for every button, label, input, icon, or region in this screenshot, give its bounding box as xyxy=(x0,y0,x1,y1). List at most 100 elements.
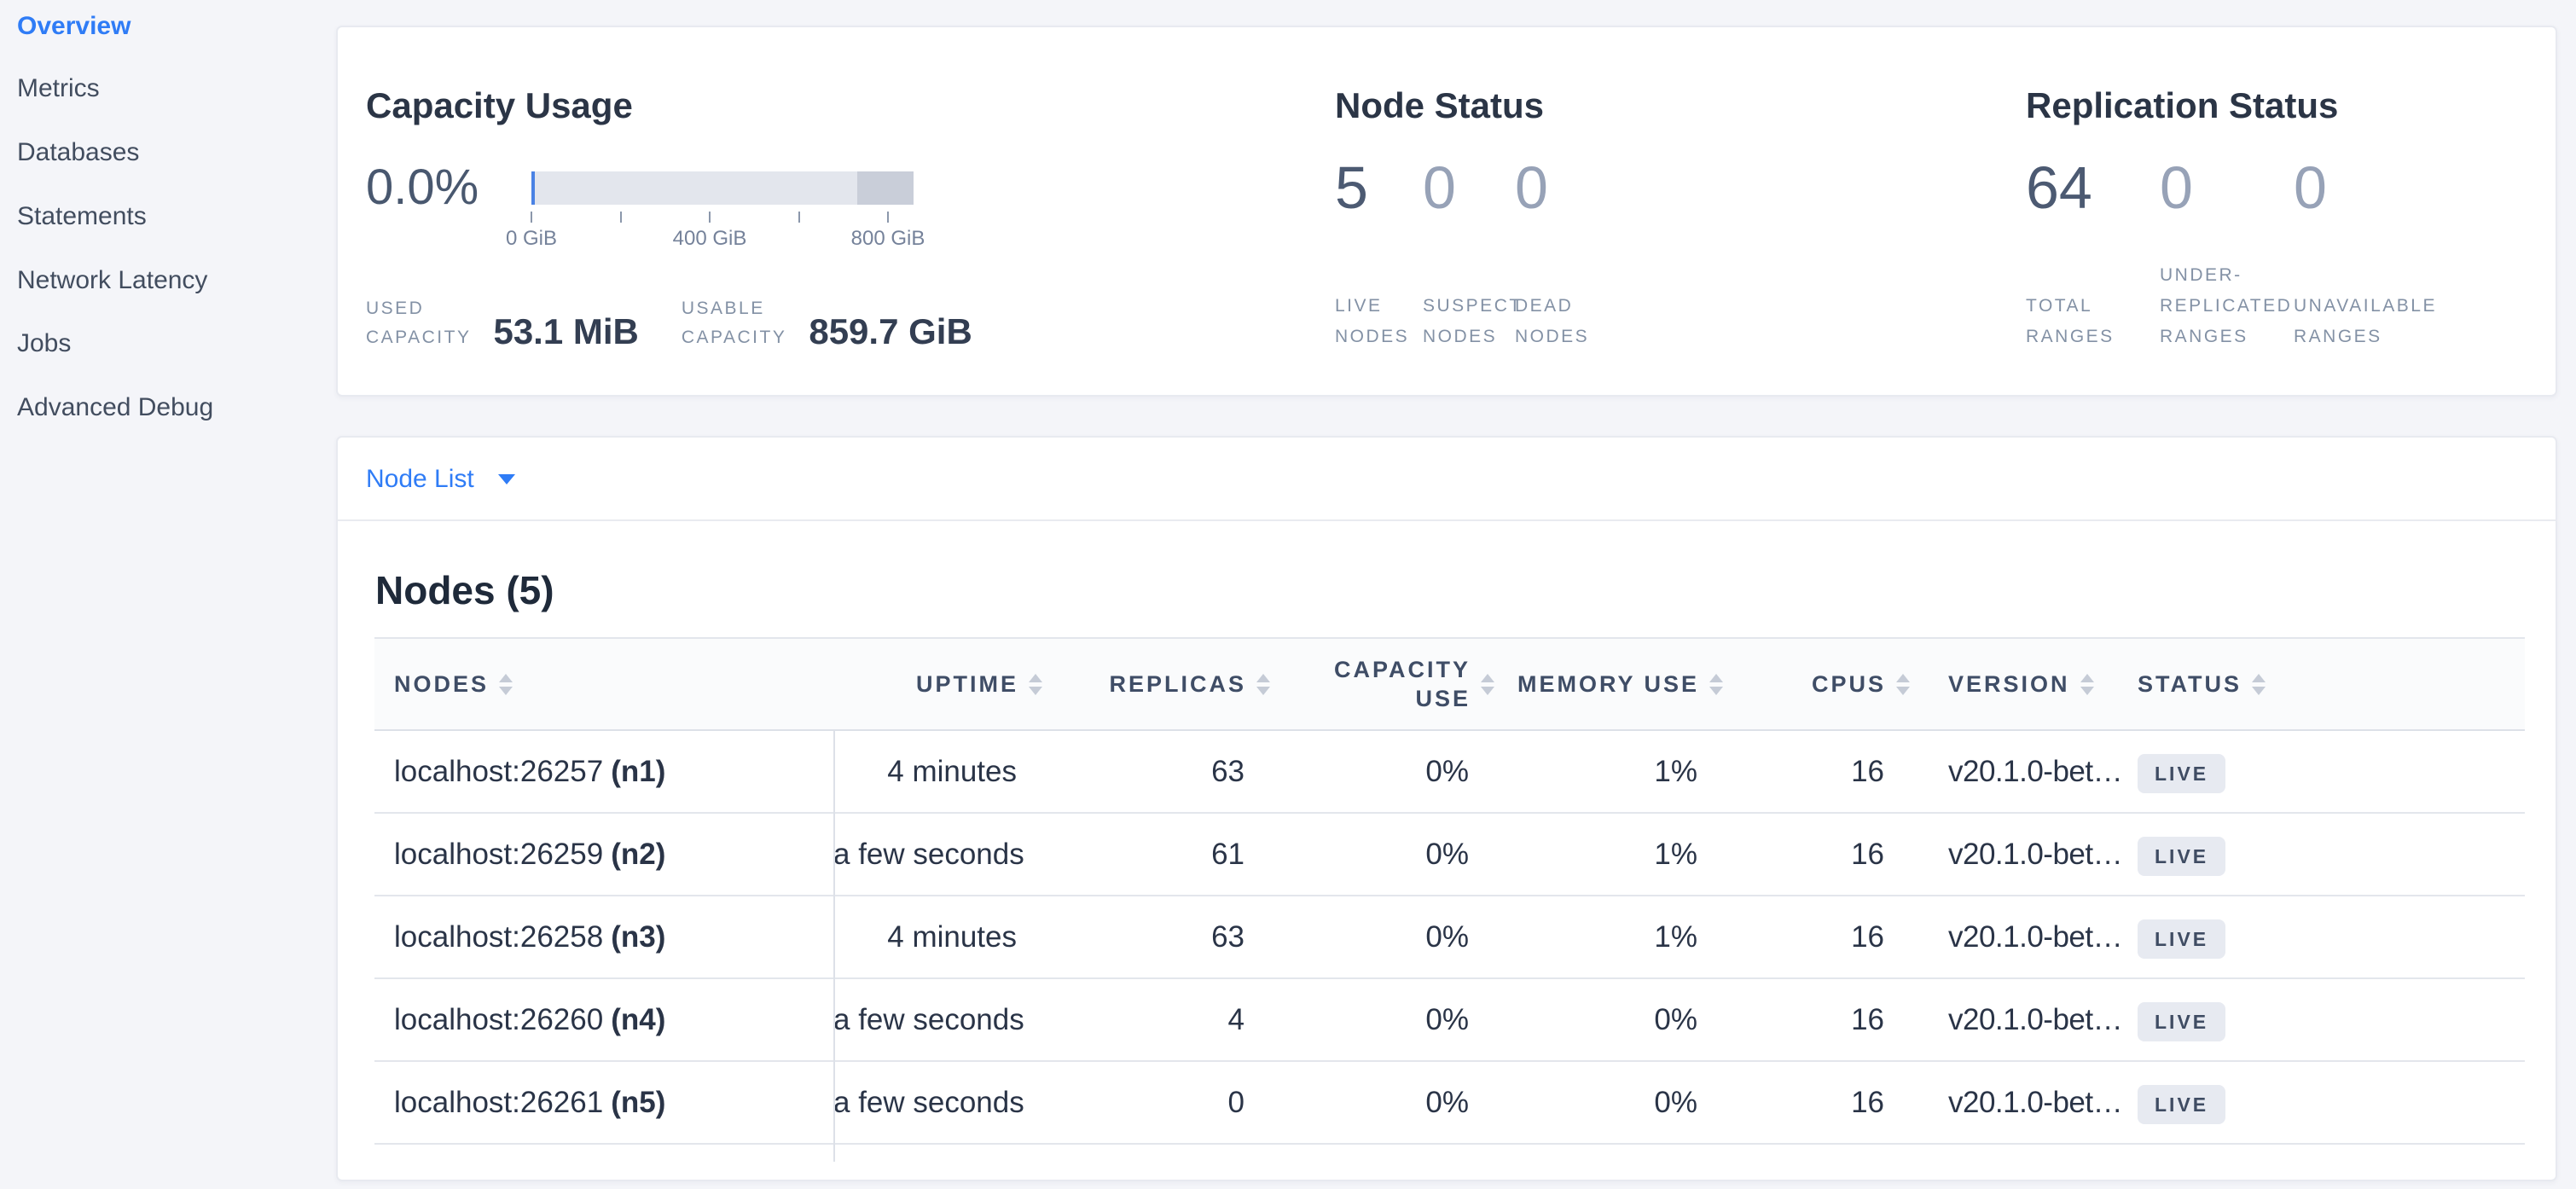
table-row-n1[interactable]: localhost:26257(n1) 4 minutes 63 0% 1% 1… xyxy=(374,731,2525,814)
column-header-memory-use[interactable]: MEMORY USE xyxy=(1486,639,1714,729)
unavailable-ranges-count: 0 xyxy=(2294,155,2327,220)
axis-tick xyxy=(798,212,800,223)
column-header-nodes[interactable]: NODES xyxy=(374,639,833,729)
status-cell: LIVE xyxy=(2119,979,2525,1060)
nodes-table-header: NODES UPTIME REPLICAS CAPACITY USE MEMOR… xyxy=(374,637,2525,731)
capacity-use-cell: 0% xyxy=(1262,896,1486,977)
sort-icon xyxy=(499,674,513,695)
status-cell: LIVE xyxy=(2119,896,2525,977)
capacity-use-cell: 0% xyxy=(1262,979,1486,1060)
usable-capacity-value: 859.7 GiB xyxy=(809,313,972,352)
node-address-cell: localhost:26258(n3) xyxy=(374,896,833,977)
capacity-bar-chart xyxy=(531,171,914,205)
version-cell: v20.1.0-bet… xyxy=(1901,896,2119,977)
sidebar-item-jobs[interactable]: Jobs xyxy=(17,325,71,362)
status-badge: LIVE xyxy=(2138,1085,2225,1124)
memory-use-cell: 0% xyxy=(1486,1062,1714,1143)
usable-capacity-label: USABLE CAPACITY xyxy=(682,294,786,352)
under-replicated-label: UNDER- REPLICATED RANGES xyxy=(2160,260,2292,352)
under-replicated-count: 0 xyxy=(2160,155,2193,220)
status-cell: LIVE xyxy=(2119,814,2525,895)
node-list-card: Node List Nodes (5) NODES UPTIME REPLICA… xyxy=(336,436,2557,1181)
capacity-use-cell: 0% xyxy=(1262,1062,1486,1143)
column-header-version[interactable]: VERSION xyxy=(1901,639,2119,729)
live-nodes-stat: 5 LIVE NODES xyxy=(1335,155,1368,352)
replicas-cell: 63 xyxy=(1034,731,1262,812)
version-cell: v20.1.0-bet… xyxy=(1901,1062,2119,1143)
sidebar-item-network-latency[interactable]: Network Latency xyxy=(17,262,207,299)
capacity-use-cell: 0% xyxy=(1262,814,1486,895)
capacity-bar-used-marker xyxy=(531,171,535,205)
memory-use-cell: 1% xyxy=(1486,731,1714,812)
status-cell: LIVE xyxy=(2119,1062,2525,1143)
sidebar-item-advanced-debug[interactable]: Advanced Debug xyxy=(17,389,213,426)
replicas-cell: 61 xyxy=(1034,814,1262,895)
memory-use-cell: 1% xyxy=(1486,814,1714,895)
chevron-down-icon xyxy=(498,474,515,484)
memory-use-cell: 1% xyxy=(1486,896,1714,977)
version-cell: v20.1.0-bet… xyxy=(1901,814,2119,895)
cluster-summary-card: Capacity Usage 0.0% 0 GiB 400 GiB 800 Gi… xyxy=(336,26,2557,397)
used-capacity-value: 53.1 MiB xyxy=(493,313,638,352)
dead-nodes-stat: 0 DEAD NODES xyxy=(1515,155,1548,352)
total-ranges-label: TOTAL RANGES xyxy=(2026,291,2115,352)
column-header-status[interactable]: STATUS xyxy=(2119,639,2525,729)
node-list-selector-row: Node List xyxy=(338,438,2556,521)
node-list-dropdown-label: Node List xyxy=(366,465,474,493)
uptime-cell: 4 minutes xyxy=(833,731,1034,812)
cpus-cell: 16 xyxy=(1714,814,1901,895)
under-replicated-stat: 0 UNDER- REPLICATED RANGES xyxy=(2160,155,2193,352)
node-address-cell: localhost:26260(n4) xyxy=(374,979,833,1060)
table-row-n5[interactable]: localhost:26261(n5) a few seconds 0 0% 0… xyxy=(374,1062,2525,1145)
status-badge: LIVE xyxy=(2138,837,2225,876)
axis-label-800: 800 GiB xyxy=(828,227,948,251)
used-capacity-label: USED CAPACITY xyxy=(366,294,471,352)
cpus-cell: 16 xyxy=(1714,979,1901,1060)
nodes-table: NODES UPTIME REPLICAS CAPACITY USE MEMOR… xyxy=(374,637,2525,1145)
capacity-stats: USED CAPACITY 53.1 MiB USABLE CAPACITY 8… xyxy=(366,294,972,352)
uptime-cell: a few seconds xyxy=(833,979,1034,1060)
sidebar: Overview Metrics Databases Statements Ne… xyxy=(0,0,336,1189)
status-cell: LIVE xyxy=(2119,731,2525,812)
dead-nodes-label: DEAD NODES xyxy=(1515,291,1589,352)
column-header-uptime[interactable]: UPTIME xyxy=(833,639,1034,729)
column-header-replicas[interactable]: REPLICAS xyxy=(1034,639,1262,729)
memory-use-cell: 0% xyxy=(1486,979,1714,1060)
replication-status-title: Replication Status xyxy=(2026,85,2338,126)
table-row-n3[interactable]: localhost:26258(n3) 4 minutes 63 0% 1% 1… xyxy=(374,896,2525,979)
node-address-cell: localhost:26259(n2) xyxy=(374,814,833,895)
sidebar-item-statements[interactable]: Statements xyxy=(17,198,147,235)
capacity-used-percent: 0.0% xyxy=(366,160,479,215)
dead-nodes-count: 0 xyxy=(1515,155,1548,220)
nodes-table-title: Nodes (5) xyxy=(375,567,554,613)
version-cell: v20.1.0-bet… xyxy=(1901,731,2119,812)
status-badge: LIVE xyxy=(2138,754,2225,793)
node-list-dropdown[interactable]: Node List xyxy=(366,438,515,521)
axis-tick xyxy=(709,212,711,223)
column-header-cpus[interactable]: CPUS xyxy=(1714,639,1901,729)
table-row-n2[interactable]: localhost:26259(n2) a few seconds 61 0% … xyxy=(374,814,2525,896)
unavailable-ranges-stat: 0 UNAVAILABLE RANGES xyxy=(2294,155,2327,352)
cpus-cell: 16 xyxy=(1714,731,1901,812)
column-header-capacity-use[interactable]: CAPACITY USE xyxy=(1262,639,1486,729)
sidebar-item-databases[interactable]: Databases xyxy=(17,134,139,171)
live-nodes-label: LIVE NODES xyxy=(1335,291,1409,352)
table-row-n4[interactable]: localhost:26260(n4) a few seconds 4 0% 0… xyxy=(374,979,2525,1062)
nodes-column-divider xyxy=(833,731,835,1162)
status-badge: LIVE xyxy=(2138,1002,2225,1041)
sidebar-item-metrics[interactable]: Metrics xyxy=(17,70,100,107)
capacity-usage-title: Capacity Usage xyxy=(366,85,633,126)
axis-label-0: 0 GiB xyxy=(472,227,591,251)
total-ranges-stat: 64 TOTAL RANGES xyxy=(2026,155,2092,352)
axis-tick xyxy=(531,212,532,223)
suspect-nodes-count: 0 xyxy=(1423,155,1456,220)
sidebar-item-overview[interactable]: Overview xyxy=(17,8,131,45)
replicas-cell: 0 xyxy=(1034,1062,1262,1143)
uptime-cell: 4 minutes xyxy=(833,896,1034,977)
live-nodes-count: 5 xyxy=(1335,155,1368,220)
sort-icon xyxy=(2080,674,2094,695)
replicas-cell: 4 xyxy=(1034,979,1262,1060)
capacity-use-cell: 0% xyxy=(1262,731,1486,812)
unavailable-ranges-label: UNAVAILABLE RANGES xyxy=(2294,291,2437,352)
status-badge: LIVE xyxy=(2138,919,2225,959)
